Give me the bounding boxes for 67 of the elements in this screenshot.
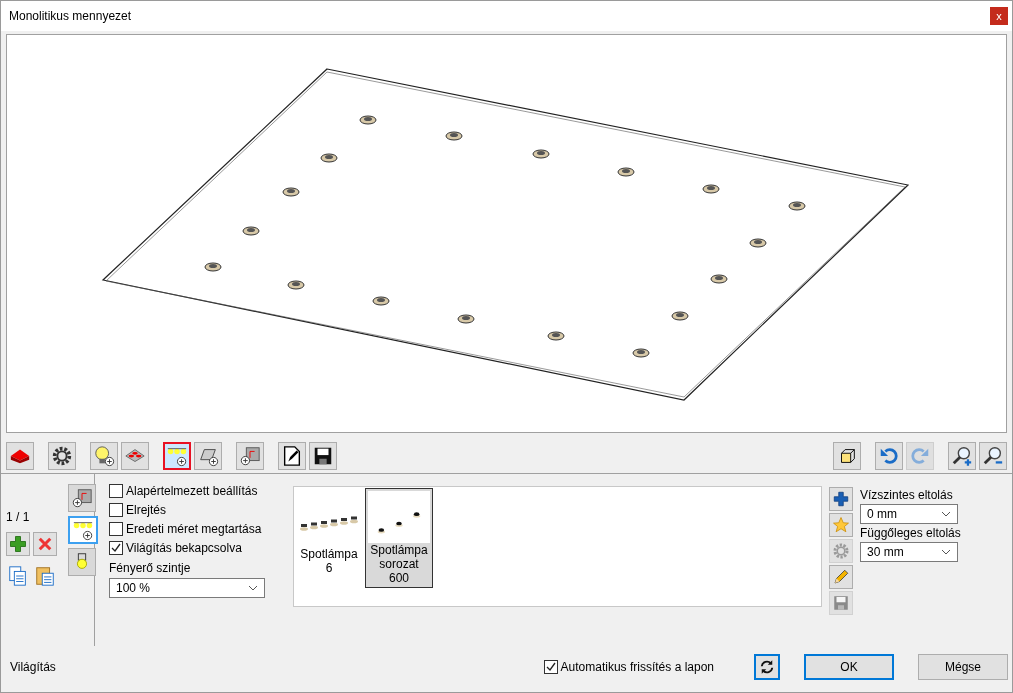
field-label: Vízszintes eltolás bbox=[860, 488, 954, 502]
toolbar-button[interactable] bbox=[948, 442, 976, 470]
checkbox[interactable] bbox=[543, 660, 558, 674]
toolbar-button[interactable] bbox=[278, 442, 306, 470]
delete-button[interactable] bbox=[33, 532, 57, 556]
checkbox[interactable] bbox=[109, 541, 123, 555]
status-label: Világítás bbox=[10, 660, 56, 674]
undo-icon bbox=[878, 445, 900, 467]
checkbox-label: Elrejtés bbox=[126, 503, 166, 517]
copy-icon bbox=[7, 565, 29, 587]
delete-icon bbox=[36, 535, 54, 553]
checkbox-label: Világítás bekapcsolva bbox=[126, 541, 242, 555]
toolbar-button[interactable] bbox=[236, 442, 264, 470]
checkbox[interactable] bbox=[109, 503, 123, 517]
bulb-add-icon bbox=[93, 445, 115, 467]
page-counter: 1 / 1 bbox=[6, 510, 31, 524]
checkbox[interactable] bbox=[109, 484, 123, 498]
add-button[interactable] bbox=[6, 532, 30, 556]
corner-add-icon bbox=[239, 445, 261, 467]
corner-add-icon bbox=[71, 487, 93, 509]
zoom-out-icon bbox=[982, 445, 1004, 467]
chevron-down-icon bbox=[248, 585, 258, 591]
library-tool-button[interactable] bbox=[829, 487, 853, 511]
star-icon bbox=[832, 516, 850, 534]
spotlights-add-icon bbox=[166, 445, 188, 467]
brightness-dropdown[interactable]: 100 % bbox=[109, 578, 265, 598]
checkbox-label: Automatikus frissítés a lapon bbox=[560, 660, 714, 674]
redo-icon bbox=[909, 445, 931, 467]
toolbar-button[interactable] bbox=[833, 442, 861, 470]
checkbox[interactable] bbox=[109, 522, 123, 536]
spotlight-thumbnail bbox=[368, 491, 430, 543]
checkbox-label: Alapértelmezett beállítás bbox=[126, 484, 258, 498]
gear-icon bbox=[51, 445, 73, 467]
close-button[interactable]: x bbox=[990, 7, 1008, 25]
toolbar-button[interactable] bbox=[48, 442, 76, 470]
gear-icon bbox=[832, 542, 850, 560]
library-item[interactable]: Spotlámpa 6 bbox=[295, 488, 363, 588]
library-tool-button[interactable] bbox=[829, 565, 853, 589]
paste-icon bbox=[34, 565, 56, 587]
pencil-icon bbox=[832, 568, 850, 586]
save-icon bbox=[312, 445, 334, 467]
toolbar-button[interactable] bbox=[979, 442, 1007, 470]
toolbar-button[interactable] bbox=[194, 442, 222, 470]
zoom-in-icon bbox=[951, 445, 973, 467]
cancel-button[interactable]: Mégse bbox=[918, 654, 1008, 680]
chevron-down-icon bbox=[941, 511, 951, 517]
chevron-down-icon bbox=[941, 549, 951, 555]
offset-dropdown[interactable]: 30 mm bbox=[860, 542, 958, 562]
offset-dropdown[interactable]: 0 mm bbox=[860, 504, 958, 524]
field-label: Fényerő szintje bbox=[109, 561, 192, 575]
window-title: Monolitikus mennyezet bbox=[9, 9, 132, 23]
spotlights-add-icon bbox=[72, 519, 94, 541]
toolbar-button[interactable] bbox=[6, 442, 34, 470]
toolbar-button[interactable] bbox=[309, 442, 337, 470]
paste-button[interactable] bbox=[33, 564, 57, 588]
edit-document-icon bbox=[281, 445, 303, 467]
refresh-button[interactable] bbox=[754, 654, 780, 680]
refresh-icon bbox=[758, 658, 776, 676]
side-tab[interactable] bbox=[68, 516, 98, 544]
ok-button[interactable]: OK bbox=[804, 654, 894, 680]
checkbox-label: Eredeti méret megtartása bbox=[126, 522, 262, 536]
library-item[interactable]: Spotlámpa sorozat 600 bbox=[365, 488, 433, 588]
side-tab[interactable] bbox=[68, 484, 96, 512]
save-icon bbox=[832, 594, 850, 612]
side-tab[interactable] bbox=[68, 548, 96, 576]
plus-icon bbox=[832, 490, 850, 508]
plus-icon bbox=[8, 534, 28, 554]
